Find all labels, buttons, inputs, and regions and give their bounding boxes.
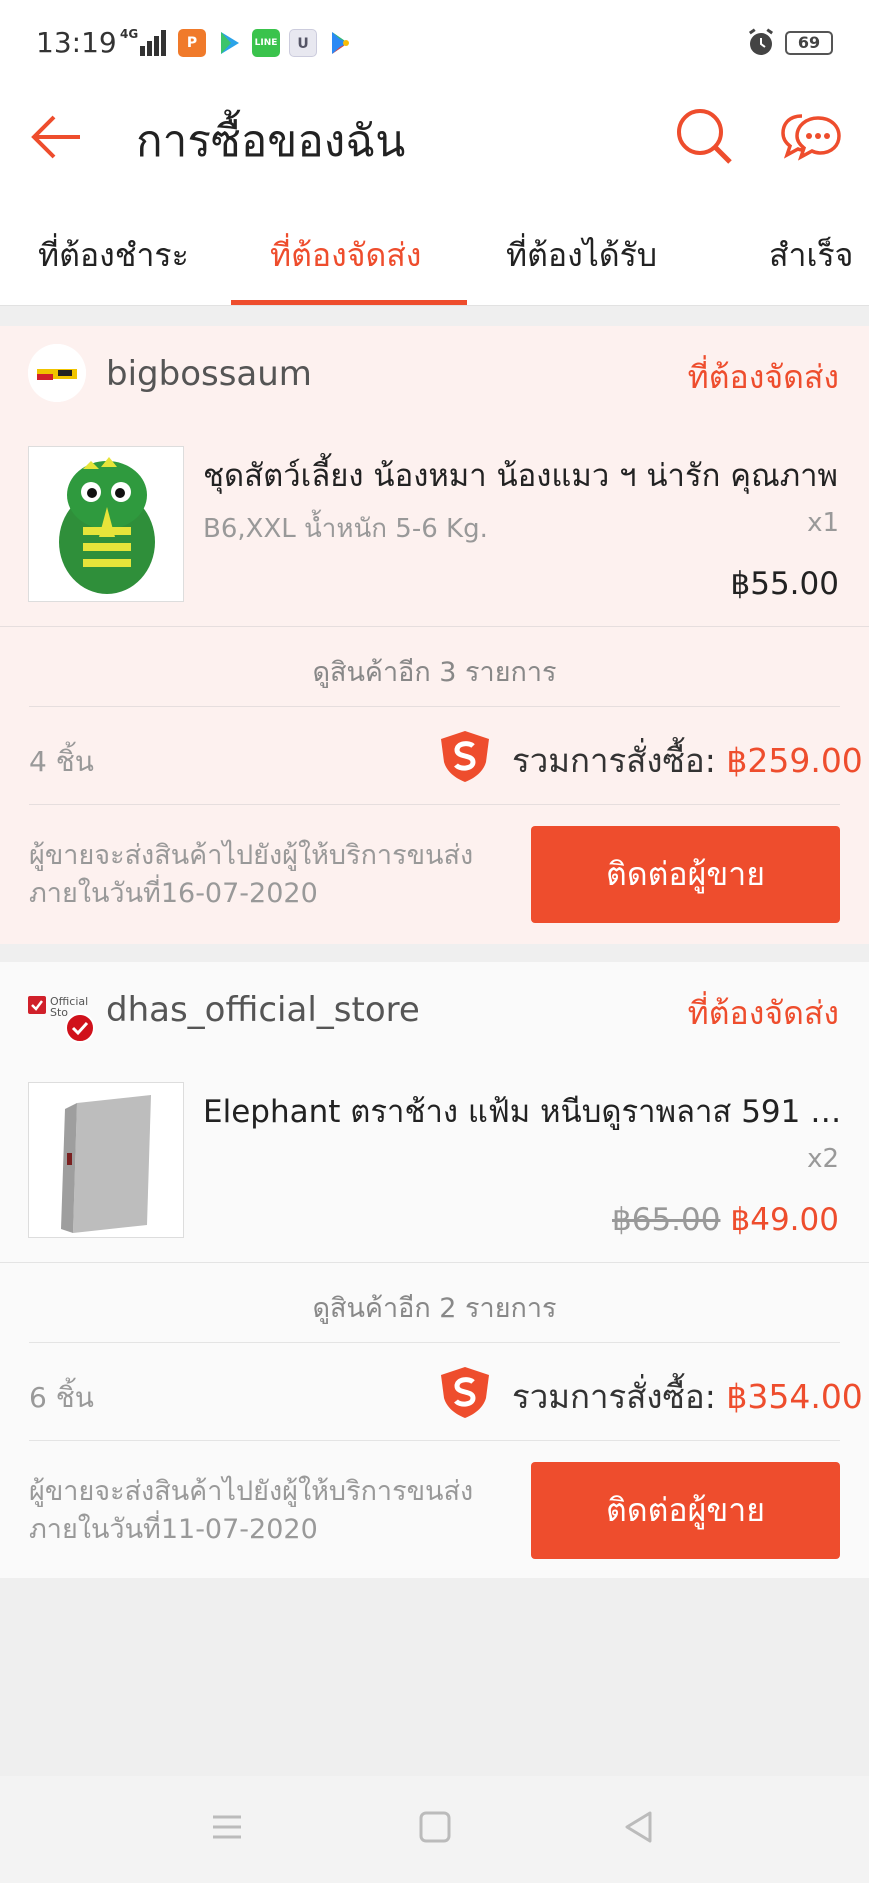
- shipping-note: ผู้ขายจะส่งสินค้าไปยังผู้ให้บริการขนส่งภ…: [29, 1476, 474, 1545]
- chat-icon[interactable]: [780, 106, 842, 166]
- system-nav-bar: [0, 1776, 869, 1883]
- play-store-icon: [332, 32, 349, 54]
- order-total-amount: ฿259.00: [726, 741, 863, 780]
- item-count: 6 ชิ้น: [29, 1381, 94, 1414]
- divider: [29, 706, 840, 707]
- shop-name[interactable]: dhas_official_store: [106, 990, 420, 1030]
- order-total-label: รวมการสั่งซื้อ:: [512, 1377, 716, 1416]
- u-app-icon: U: [289, 29, 317, 57]
- verified-badge-icon: [65, 1013, 95, 1043]
- dino-costume-image: [29, 447, 183, 601]
- alarm-icon: [748, 28, 774, 55]
- product-name[interactable]: Elephant ตราช้าง แฟ้ม หนีบดูราพลาส 591 ส…: [203, 1086, 843, 1136]
- divider: [29, 804, 840, 805]
- shopee-guarantee-icon: [441, 731, 489, 782]
- divider: [0, 1262, 869, 1263]
- contact-seller-button[interactable]: ติดต่อผู้ขาย: [531, 826, 840, 923]
- shop-row[interactable]: Official Sto dhas_official_store ที่ต้อง…: [0, 962, 869, 1062]
- order-total-amount: ฿354.00: [726, 1377, 863, 1416]
- product-quantity: x2: [807, 1144, 839, 1174]
- view-more-items[interactable]: ดูสินค้าอีก 3 รายการ: [0, 650, 869, 693]
- tab-to-pay[interactable]: ที่ต้องชำระ: [38, 230, 189, 281]
- tab-to-receive[interactable]: ที่ต้องได้รับ: [506, 230, 657, 281]
- binder-image: [29, 1083, 183, 1237]
- menu-icon[interactable]: [210, 1810, 244, 1844]
- back-arrow-icon[interactable]: [28, 109, 84, 165]
- play-video-icon: [221, 32, 239, 54]
- official-store-icon: [28, 996, 46, 1014]
- shop-row[interactable]: bigbossaum ที่ต้องจัดส่ง: [0, 326, 869, 426]
- order-card[interactable]: Official Sto dhas_official_store ที่ต้อง…: [0, 962, 869, 1578]
- active-tab-indicator: [231, 300, 467, 305]
- divider: [0, 626, 869, 627]
- item-count: 4 ชิ้น: [29, 745, 94, 778]
- order-status: ที่ต้องจัดส่ง: [687, 994, 839, 1032]
- page-title: การซื้อของฉัน: [136, 116, 406, 167]
- product-item[interactable]: Elephant ตราช้าง แฟ้ม หนีบดูราพลาส 591 ส…: [0, 1062, 869, 1262]
- divider: [29, 1440, 840, 1441]
- signal-icon: [140, 30, 166, 56]
- divider: [29, 1342, 840, 1343]
- product-price: ฿49.00: [730, 1202, 839, 1238]
- shopee-icon: P: [178, 29, 206, 57]
- product-original-price: ฿65.00: [612, 1202, 721, 1238]
- order-tabs: ที่ต้องชำระ ที่ต้องจัดส่ง ที่ต้องได้รับ …: [0, 216, 869, 306]
- shopee-guarantee-icon: [441, 1367, 489, 1418]
- product-item[interactable]: ชุดสัตว์เลี้ยง น้องหมา น้องแมว ฯ น่ารัก …: [0, 426, 869, 626]
- order-total: รวมการสั่งซื้อ: ฿259.00: [512, 734, 863, 787]
- tab-completed[interactable]: สำเร็จ: [769, 230, 853, 281]
- shop-logo-image: [28, 344, 86, 402]
- order-status: ที่ต้องจัดส่ง: [687, 358, 839, 396]
- product-quantity: x1: [807, 508, 839, 538]
- order-total: รวมการสั่งซื้อ: ฿354.00: [512, 1370, 863, 1423]
- product-image[interactable]: [28, 446, 184, 602]
- product-price: ฿55.00: [730, 566, 839, 602]
- product-variant: B6,XXL น้ำหนัก 5-6 Kg.: [203, 514, 488, 544]
- status-time: 13:19: [36, 26, 117, 59]
- contact-seller-button[interactable]: ติดต่อผู้ขาย: [531, 1462, 840, 1559]
- network-type: 4G: [120, 27, 139, 41]
- line-icon: LINE: [252, 29, 280, 57]
- product-image[interactable]: [28, 1082, 184, 1238]
- shop-name[interactable]: bigbossaum: [106, 354, 312, 394]
- shipping-note: ผู้ขายจะส่งสินค้าไปยังผู้ให้บริการขนส่งภ…: [29, 840, 474, 909]
- tab-to-ship[interactable]: ที่ต้องจัดส่ง: [270, 230, 421, 281]
- shop-logo: [28, 344, 86, 402]
- search-icon[interactable]: [674, 106, 734, 166]
- official-store-logo: Official Sto: [28, 996, 95, 1043]
- view-more-items[interactable]: ดูสินค้าอีก 2 รายการ: [0, 1286, 869, 1329]
- home-square-icon[interactable]: [418, 1810, 452, 1844]
- status-bar: 13:19 4G P LINE U 69: [0, 0, 869, 86]
- product-name[interactable]: ชุดสัตว์เลี้ยง น้องหมา น้องแมว ฯ น่ารัก …: [203, 450, 843, 500]
- back-triangle-icon[interactable]: [622, 1810, 656, 1844]
- battery-icon: 69: [785, 31, 833, 55]
- order-total-label: รวมการสั่งซื้อ:: [512, 741, 716, 780]
- order-card[interactable]: bigbossaum ที่ต้องจัดส่ง ชุดสัตว์เลี้ยง …: [0, 326, 869, 944]
